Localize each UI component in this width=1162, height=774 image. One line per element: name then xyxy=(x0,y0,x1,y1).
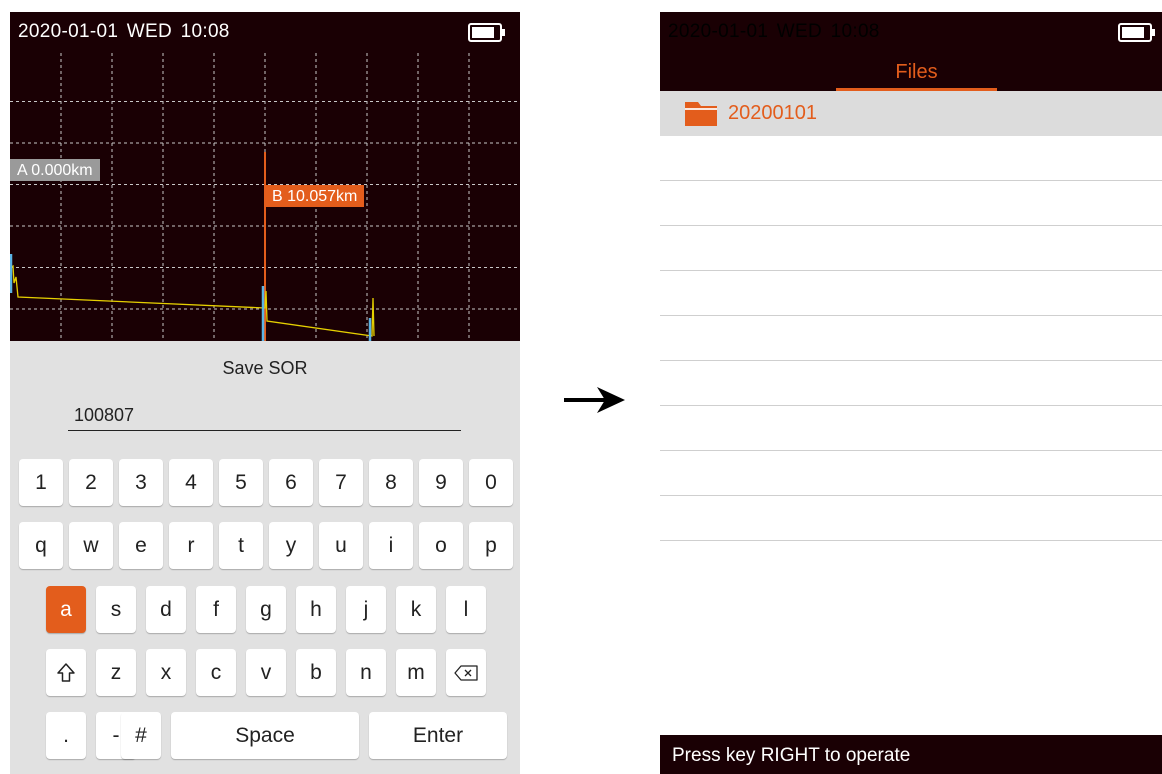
trace-line xyxy=(10,264,375,337)
right-arrow-icon xyxy=(564,387,625,413)
key-i[interactable]: i xyxy=(369,522,413,569)
key-r[interactable]: r xyxy=(169,522,213,569)
dialog-title: Save SOR xyxy=(222,358,308,378)
key-n[interactable]: n xyxy=(346,649,386,696)
key-y[interactable]: y xyxy=(269,522,313,569)
key-h[interactable]: h xyxy=(296,586,336,633)
key-w[interactable]: w xyxy=(69,522,113,569)
status-date: 2020-01-01 xyxy=(18,21,119,42)
folder-name: 20200101 xyxy=(728,102,817,124)
list-separator xyxy=(660,360,1162,361)
status-weekday: WED xyxy=(776,21,823,42)
key-a[interactable]: a xyxy=(46,586,86,633)
filename-input[interactable] xyxy=(68,403,461,431)
key-c[interactable]: c xyxy=(196,649,236,696)
key-t[interactable]: t xyxy=(219,522,263,569)
footer-bar: Press key RIGHT to operate xyxy=(660,735,1162,774)
key-hash[interactable]: # xyxy=(121,712,161,759)
list-separator xyxy=(660,180,1162,181)
files-header: 2020-01-01 WED 10:08 Files xyxy=(660,12,1162,91)
list-separator xyxy=(660,270,1162,271)
key-j[interactable]: j xyxy=(346,586,386,633)
list-separator xyxy=(660,225,1162,226)
key-3[interactable]: 3 xyxy=(119,459,163,506)
space-key[interactable]: Space xyxy=(171,712,359,759)
status-weekday: WED xyxy=(126,21,173,42)
key-v[interactable]: v xyxy=(246,649,286,696)
key-s[interactable]: s xyxy=(96,586,136,633)
key-d[interactable]: d xyxy=(146,586,186,633)
status-time: 10:08 xyxy=(830,21,880,42)
key-p[interactable]: p xyxy=(469,522,513,569)
backspace-key[interactable] xyxy=(446,649,486,696)
otdr-trace-area: A 0.000km B 10.057km xyxy=(10,53,520,341)
status-datetime: 2020-01-01 WED 10:08 xyxy=(18,21,230,43)
key-k[interactable]: k xyxy=(396,586,436,633)
key-5[interactable]: 5 xyxy=(219,459,263,506)
enter-key[interactable]: Enter xyxy=(369,712,507,759)
status-date: 2020-01-01 xyxy=(668,21,769,42)
key-z[interactable]: z xyxy=(96,649,136,696)
key-o[interactable]: o xyxy=(419,522,463,569)
key-0[interactable]: 0 xyxy=(469,459,513,506)
key-f[interactable]: f xyxy=(196,586,236,633)
backspace-icon xyxy=(454,664,478,681)
key-6[interactable]: 6 xyxy=(269,459,313,506)
list-separator xyxy=(660,540,1162,541)
key-2[interactable]: 2 xyxy=(69,459,113,506)
key-dot[interactable]: . xyxy=(46,712,86,759)
folder-icon xyxy=(685,102,717,131)
list-separator xyxy=(660,405,1162,406)
key-l[interactable]: l xyxy=(446,586,486,633)
tab-files[interactable]: Files xyxy=(836,58,997,91)
marker-a-label: A 0.000km xyxy=(10,159,100,181)
shift-icon xyxy=(56,662,76,684)
key-g[interactable]: g xyxy=(246,586,286,633)
footer-hint: Press key RIGHT to operate xyxy=(672,745,911,766)
key-4[interactable]: 4 xyxy=(169,459,213,506)
list-separator xyxy=(660,495,1162,496)
key-9[interactable]: 9 xyxy=(419,459,463,506)
save-sor-screen: 2020-01-01 WED 10:08 A 0.000km B 10.057k… xyxy=(10,12,520,774)
status-datetime: 2020-01-01 WED 10:08 xyxy=(668,21,880,43)
list-separator xyxy=(660,315,1162,316)
file-list-item[interactable]: 20200101 xyxy=(660,91,1162,136)
key-8[interactable]: 8 xyxy=(369,459,413,506)
key-q[interactable]: q xyxy=(19,522,63,569)
list-separator xyxy=(660,450,1162,451)
status-time: 10:08 xyxy=(180,21,230,42)
key-u[interactable]: u xyxy=(319,522,363,569)
files-screen: 2020-01-01 WED 10:08 Files 20200101 Pres… xyxy=(660,12,1162,774)
key-7[interactable]: 7 xyxy=(319,459,363,506)
key-e[interactable]: e xyxy=(119,522,163,569)
battery-icon xyxy=(468,23,505,42)
key-b[interactable]: b xyxy=(296,649,336,696)
battery-icon xyxy=(1118,23,1155,42)
status-bar: 2020-01-01 WED 10:08 xyxy=(10,12,520,53)
key-x[interactable]: x xyxy=(146,649,186,696)
key-m[interactable]: m xyxy=(396,649,436,696)
key-1[interactable]: 1 xyxy=(19,459,63,506)
shift-key[interactable] xyxy=(46,649,86,696)
marker-b-label: B 10.057km xyxy=(265,185,365,207)
